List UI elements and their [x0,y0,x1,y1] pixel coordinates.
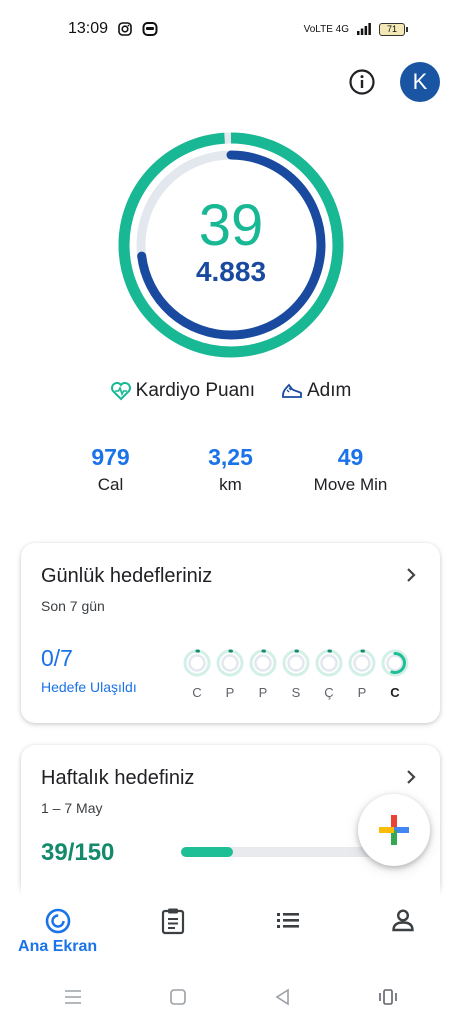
stat-label: Move Min [313,475,388,494]
add-activity-button[interactable] [358,794,430,866]
nav-home-label: Ana Ekran [18,938,98,955]
bottom-navigation: Ana Ekran [0,895,461,970]
heart-points-label: Kardiyo Puanı [135,380,255,401]
day-label: C [192,685,202,700]
heart-points-value: 39 [198,193,264,258]
weekly-progress-bar [181,847,381,857]
day-ring [348,649,376,677]
back-icon[interactable] [274,988,292,1006]
daily-goals-subtitle: Son 7 gün [41,598,105,614]
day-ring-inner-track [221,654,239,672]
weekly-goal-title: Haftalık hedefiniz [41,767,195,789]
app-notification-icon [142,21,158,37]
day-rings: C P P S Ç P C [183,649,409,700]
day-ring [381,649,409,677]
top-actions: K [342,62,440,102]
stat-distance: 3,25 km [171,444,291,495]
day-ring [249,649,277,677]
nav-home[interactable]: Ana Ekran [0,895,115,970]
day-item[interactable]: Ç [315,649,343,700]
system-navigation-bar [0,970,461,1024]
stat-calories: 979 Cal [51,444,171,495]
menu-icon[interactable] [63,988,83,1006]
rings-legend: Kardiyo Puanı Adım [0,380,461,402]
daily-goals-card[interactable]: Günlük hedefleriniz Son 7 gün 0/7 Hedefe… [21,543,440,723]
shoe-icon [282,383,302,398]
day-ring-inner-track [254,654,272,672]
day-ring-inner-track [320,654,338,672]
weekly-goal-fraction: 39/150 [41,839,115,866]
heart-icon [110,382,131,401]
chevron-right-icon[interactable] [404,565,418,585]
steps-label: Adım [307,380,352,401]
daily-goals-title: Günlük hedefleriniz [41,565,213,587]
day-item[interactable]: C [381,649,409,700]
home-ring-icon [45,908,70,934]
day-label: P [258,685,268,700]
stat-value: 49 [337,444,364,470]
home-button-icon[interactable] [169,988,187,1006]
day-ring [183,649,211,677]
legend-steps: Adım [281,380,351,402]
network-label: VoLTE 4G [303,23,349,35]
weekly-goal-subtitle: 1 – 7 May [41,800,103,816]
day-ring-inner-track [353,654,371,672]
stat-label: km [219,475,242,494]
info-icon [349,69,375,95]
status-left: 13:09 [68,20,158,38]
day-label: C [390,685,400,700]
activity-rings[interactable]: 39 4.883 [118,132,344,358]
nav-browse[interactable] [231,895,346,970]
nav-profile[interactable] [346,895,461,970]
stat-move-minutes: 49 Move Min [291,444,411,495]
signal-icon [357,23,371,35]
status-right: VoLTE 4G 71 [303,22,408,36]
nav-journal[interactable] [115,895,230,970]
day-ring [282,649,310,677]
stat-value: 3,25 [208,444,253,470]
day-ring-inner-track [386,654,404,672]
instagram-icon [118,22,132,36]
stats-row: 979 Cal 3,25 km 49 Move Min [0,444,461,495]
day-ring-inner-track [287,654,305,672]
clipboard-icon [161,908,184,935]
daily-goals-fraction: 0/7 [41,645,73,671]
stat-value: 979 [91,444,130,470]
day-ring-inner-track [188,654,206,672]
day-item[interactable]: P [348,649,376,700]
steps-value: 4.883 [195,256,267,287]
chevron-right-icon[interactable] [404,767,418,787]
legend-heart-points: Kardiyo Puanı [110,380,255,402]
info-button[interactable] [342,62,382,102]
day-label: P [357,685,367,700]
day-item[interactable]: C [183,649,211,700]
daily-goals-fraction-label: Hedefe Ulaşıldı [41,679,137,695]
day-label: S [291,685,301,700]
day-item[interactable]: P [216,649,244,700]
day-item[interactable]: S [282,649,310,700]
profile-avatar[interactable]: K [400,62,440,102]
add-icon [379,815,409,845]
day-item[interactable]: P [249,649,277,700]
day-label: P [225,685,235,700]
person-icon [392,909,415,932]
day-label: Ç [324,685,334,700]
battery-indicator: 71 [379,22,408,36]
rotate-screen-icon[interactable] [378,988,398,1006]
day-ring [315,649,343,677]
status-time: 13:09 [68,20,109,37]
list-icon [277,913,300,928]
day-ring [216,649,244,677]
weekly-progress-fill [181,847,233,857]
rings-center: 39 4.883 [118,132,344,358]
stat-label: Cal [97,475,124,494]
status-bar: 13:09 VoLTE 4G 71 [0,0,461,58]
